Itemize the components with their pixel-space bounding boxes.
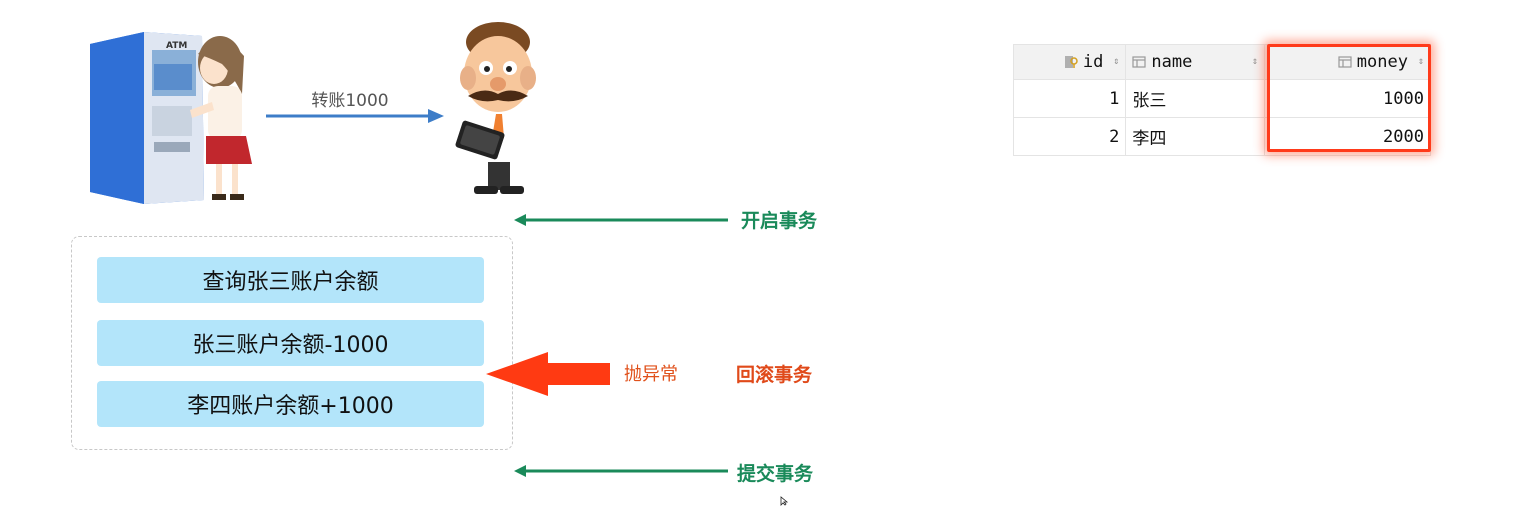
cell-name[interactable]: 李四 <box>1125 117 1266 156</box>
rollback-transaction-label: 回滚事务 <box>736 364 813 386</box>
op-deduct-balance: 张三账户余额-1000 <box>97 320 484 366</box>
banker-illustration <box>455 22 536 194</box>
cell-name[interactable]: 张三 <box>1125 79 1266 118</box>
sort-icon[interactable]: ⇕ <box>1113 57 1119 67</box>
exception-label: 抛异常 <box>624 364 678 385</box>
sort-icon[interactable]: ⇕ <box>1252 57 1258 67</box>
cell-id[interactable]: 1 <box>1012 79 1127 118</box>
exception-arrow <box>486 352 610 396</box>
commit-transaction-label: 提交事务 <box>737 463 814 485</box>
mouse-cursor-icon <box>780 496 789 506</box>
column-header-name[interactable]: name ⇕ <box>1125 44 1266 80</box>
atm-sign: ATM <box>166 41 187 51</box>
op-query-balance: 查询张三账户余额 <box>97 257 484 303</box>
column-header-id[interactable]: id ⇕ <box>1012 44 1127 80</box>
money-column-highlight <box>1267 44 1431 152</box>
cell-id[interactable]: 2 <box>1012 117 1127 156</box>
transfer-arrow <box>266 109 444 123</box>
atm-user-illustration: ATM <box>90 32 252 204</box>
op-add-balance: 李四账户余额+1000 <box>97 381 484 427</box>
begin-transaction-label: 开启事务 <box>741 210 818 232</box>
key-column-icon <box>1064 56 1078 68</box>
column-header-name-label: name <box>1151 52 1193 72</box>
commit-transaction-arrow <box>514 465 728 477</box>
column-icon <box>1132 56 1146 68</box>
column-header-id-label: id <box>1082 52 1104 72</box>
begin-transaction-arrow <box>514 214 728 226</box>
